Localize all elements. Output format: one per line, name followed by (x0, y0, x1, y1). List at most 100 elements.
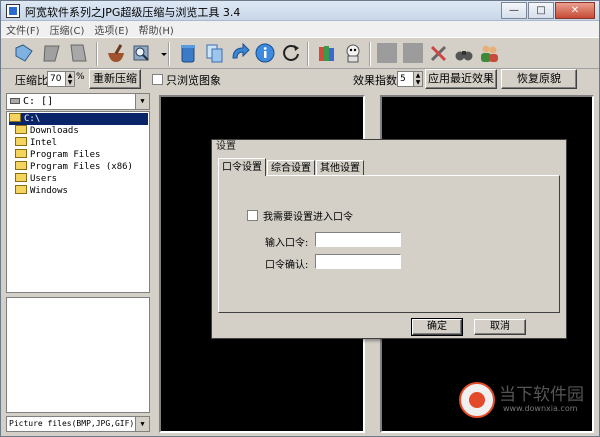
binoculars-icon[interactable] (453, 42, 475, 64)
confirm-password-input[interactable] (315, 254, 401, 269)
tree-item-label: Program Files (30, 150, 101, 160)
toolbar-separator (168, 42, 170, 66)
tools-icon[interactable] (428, 42, 450, 64)
file-type-filter-value: Picture files(BMP,JPG,GIF) (9, 419, 135, 428)
dialog-tabs: 口令设置 综合设置 其他设置 (218, 158, 365, 176)
tree-item-label: Intel (30, 138, 58, 148)
tree-item[interactable]: Windows (15, 185, 68, 197)
users-icon[interactable] (478, 42, 500, 64)
file-list[interactable] (6, 297, 150, 413)
effect-index-value: 5 (400, 74, 406, 84)
ok-button[interactable]: 确定 (411, 318, 463, 336)
close-button[interactable]: ✕ (555, 2, 595, 19)
tree-item[interactable]: Program Files (15, 149, 100, 161)
chevron-down-icon[interactable]: ▼ (135, 417, 149, 431)
tree-item-label: Program Files (x86) (30, 162, 133, 172)
title-bar[interactable]: 阿宽软件系列之JPG超级压缩与浏览工具 3.4 — □ ✕ (1, 1, 599, 21)
drive-icon (10, 98, 20, 104)
watermark-logo: 当下软件园 www.downxia.com (459, 378, 585, 422)
toolbar-separator (307, 42, 309, 66)
folder-icon (15, 137, 27, 146)
app-window: 阿宽软件系列之JPG超级压缩与浏览工具 3.4 — □ ✕ 文件(F) 压缩(C… (0, 0, 600, 437)
menu-bar: 文件(F) 压缩(C) 选项(E) 帮助(H) (1, 21, 599, 37)
drive-value: C: [] (23, 96, 54, 107)
menu-file[interactable]: 文件(F) (1, 21, 45, 37)
zoom-dropdown-icon[interactable] (153, 42, 167, 64)
confirm-password-label: 口令确认: (265, 260, 309, 271)
tab-password[interactable]: 口令设置 (218, 158, 266, 176)
window-title: 阿宽软件系列之JPG超级压缩与浏览工具 3.4 (25, 6, 241, 19)
window-controls: — □ ✕ (500, 2, 595, 19)
tree-item[interactable]: Users (15, 173, 57, 185)
cancel-button[interactable]: 取消 (474, 319, 526, 335)
browse-only-label: 只浏览图象 (166, 74, 221, 87)
tree-item-label: Downloads (30, 126, 79, 136)
folder-icon (15, 173, 27, 182)
gray-square-icon[interactable] (402, 42, 424, 64)
menu-compress[interactable]: 压缩(C) (45, 21, 90, 37)
browse-only-checkbox[interactable] (152, 74, 163, 85)
dialog-title[interactable]: 设置 (212, 140, 566, 155)
mascot-icon[interactable] (342, 42, 364, 64)
folder-icon (15, 149, 27, 158)
refresh-icon[interactable] (280, 42, 302, 64)
open-folder-icon[interactable] (13, 42, 35, 64)
file-type-filter[interactable]: Picture files(BMP,JPG,GIF) ▼ (6, 416, 150, 432)
browser-panel: C: [] ▼ C:\ Downloads Intel Program File… (6, 93, 150, 433)
redo-arrow-icon[interactable] (229, 42, 251, 64)
compression-ratio-spinner[interactable]: 70 ▲ ▼ (47, 71, 75, 87)
tree-item-label: Users (30, 174, 58, 184)
tree-item-label: C:\ (24, 114, 41, 124)
tree-item[interactable]: Downloads (15, 125, 79, 137)
compression-ratio-value: 70 (50, 74, 62, 84)
tree-item[interactable]: C:\ (9, 113, 148, 125)
tree-item[interactable]: Program Files (x86) (15, 161, 133, 173)
watermark-brand: 当下软件园 (499, 385, 584, 405)
spinner-arrows-icon[interactable]: ▲ ▼ (65, 72, 74, 86)
menu-options[interactable]: 选项(E) (89, 21, 133, 37)
require-password-label: 我需要设置进入口令 (263, 212, 353, 223)
folder-tree[interactable]: C:\ Downloads Intel Program Files Progra… (6, 111, 150, 293)
folder-icon (15, 125, 27, 134)
compression-ratio-label: 压缩比 (15, 74, 48, 87)
app-icon[interactable] (6, 4, 20, 18)
watermark-url: www.downxia.com (503, 404, 578, 413)
apply-recent-effect-button[interactable]: 应用最近效果 (425, 69, 497, 89)
tree-item[interactable]: Intel (15, 137, 57, 149)
options-bar: 压缩比 70 ▲ ▼ % 重新压缩 只浏览图象 效果指数 5 ▲ ▼ 应用最近效果 … (1, 69, 599, 91)
menu-help[interactable]: 帮助(H) (133, 21, 178, 37)
password-input[interactable] (315, 232, 401, 247)
toolbar (1, 37, 599, 69)
password-tab-page: 我需要设置进入口令 输入口令: 口令确认: (218, 175, 560, 313)
effect-index-label: 效果指数 (353, 74, 397, 87)
folder-icon (15, 161, 27, 170)
mortar-icon[interactable] (105, 42, 127, 64)
effect-index-spinner[interactable]: 5 ▲ ▼ (397, 71, 423, 87)
tree-item-label: Windows (30, 186, 68, 196)
tab-other[interactable]: 其他设置 (316, 160, 364, 176)
password-label: 输入口令: (265, 238, 309, 249)
info-icon[interactable] (254, 42, 276, 64)
settings-dialog: 设置 口令设置 综合设置 其他设置 我需要设置进入口令 输入口令: 口令确认: … (211, 139, 567, 339)
minimize-button[interactable]: — (501, 2, 527, 19)
require-password-checkbox[interactable] (247, 210, 258, 221)
drive-select[interactable]: C: [] ▼ (6, 93, 150, 110)
maximize-button[interactable]: □ (528, 2, 554, 19)
chevron-down-icon[interactable]: ▼ (135, 94, 149, 109)
recompress-button[interactable]: 重新压缩 (89, 69, 141, 89)
zoom-search-icon[interactable] (131, 42, 153, 64)
compression-ratio-unit: % (76, 72, 85, 82)
open-folder-icon (9, 113, 21, 122)
page-prev-icon[interactable] (41, 42, 63, 64)
tab-general[interactable]: 综合设置 (267, 160, 315, 176)
folder-icon (15, 185, 27, 194)
copy-icon[interactable] (204, 42, 226, 64)
books-icon[interactable] (316, 42, 338, 64)
recycle-bin-icon[interactable] (177, 42, 199, 64)
gray-square-icon[interactable] (376, 42, 398, 64)
spinner-arrows-icon[interactable]: ▲ ▼ (413, 72, 422, 86)
page-next-icon[interactable] (67, 42, 89, 64)
restore-original-button[interactable]: 恢复原貌 (501, 69, 577, 89)
toolbar-separator (369, 42, 371, 66)
brand-logo-icon (459, 382, 495, 418)
